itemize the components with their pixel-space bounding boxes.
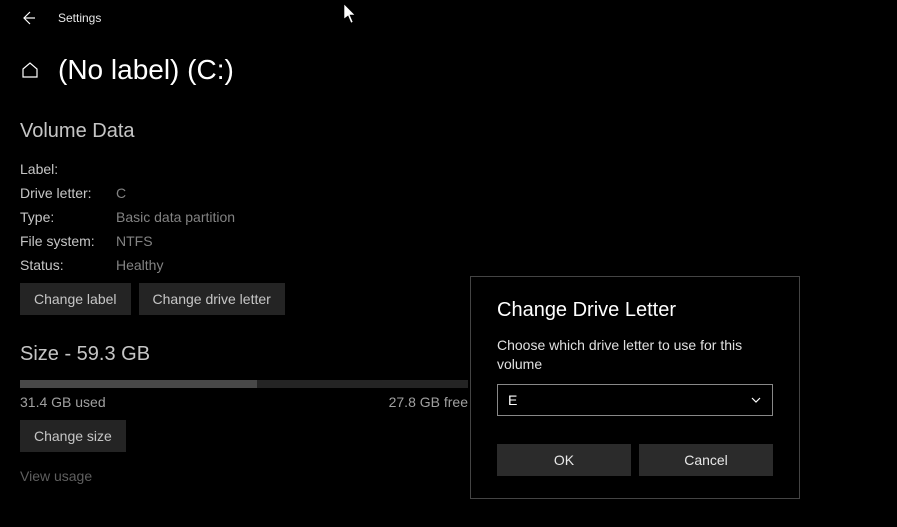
- ok-button[interactable]: OK: [497, 444, 631, 476]
- dialog-title: Change Drive Letter: [497, 299, 773, 322]
- label-key: Label:: [20, 161, 116, 177]
- change-drive-letter-button[interactable]: Change drive letter: [139, 283, 285, 315]
- size-progress-bar: [20, 380, 468, 388]
- row-drive-letter: Drive letter: C: [20, 185, 877, 201]
- home-icon[interactable]: [20, 60, 40, 80]
- drive-letter-value: C: [116, 185, 126, 201]
- row-label: Label:: [20, 161, 877, 177]
- volume-section-header: Volume Data: [20, 120, 877, 143]
- status-key: Status:: [20, 257, 116, 273]
- titlebar: Settings: [0, 0, 897, 36]
- row-status: Status: Healthy: [20, 257, 877, 273]
- status-value: Healthy: [116, 257, 163, 273]
- drive-letter-select[interactable]: E: [497, 384, 773, 416]
- row-type: Type: Basic data partition: [20, 209, 877, 225]
- arrow-left-icon: [20, 10, 36, 26]
- type-value: Basic data partition: [116, 209, 235, 225]
- file-system-value: NTFS: [116, 233, 153, 249]
- file-system-key: File system:: [20, 233, 116, 249]
- page-title: (No label) (C:): [58, 54, 234, 86]
- dialog-button-row: OK Cancel: [497, 444, 773, 476]
- back-button[interactable]: [12, 2, 44, 34]
- type-key: Type:: [20, 209, 116, 225]
- size-progress-labels: 31.4 GB used 27.8 GB free: [20, 394, 468, 410]
- dialog-description: Choose which drive letter to use for thi…: [497, 336, 773, 374]
- size-progress: 31.4 GB used 27.8 GB free: [20, 380, 468, 410]
- size-free-label: 27.8 GB free: [389, 394, 468, 410]
- drive-letter-selected-value: E: [508, 392, 517, 408]
- size-used-label: 31.4 GB used: [20, 394, 106, 410]
- change-drive-letter-dialog: Change Drive Letter Choose which drive l…: [470, 276, 800, 499]
- chevron-down-icon: [750, 394, 762, 406]
- change-label-button[interactable]: Change label: [20, 283, 131, 315]
- size-progress-fill: [20, 380, 257, 388]
- titlebar-title: Settings: [58, 11, 101, 25]
- drive-letter-key: Drive letter:: [20, 185, 116, 201]
- row-file-system: File system: NTFS: [20, 233, 877, 249]
- cancel-button[interactable]: Cancel: [639, 444, 773, 476]
- change-size-button[interactable]: Change size: [20, 420, 126, 452]
- page-header: (No label) (C:): [0, 54, 897, 86]
